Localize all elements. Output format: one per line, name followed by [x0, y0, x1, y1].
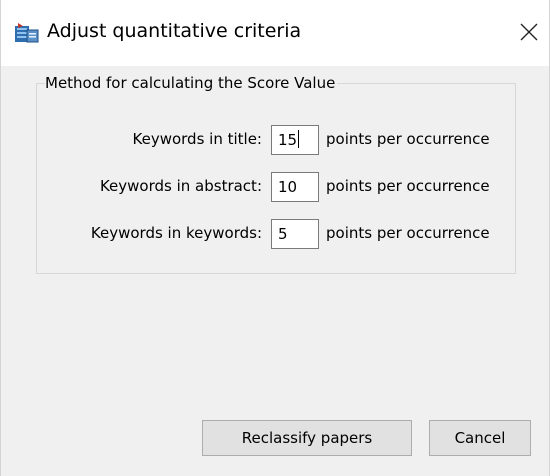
text-caret [298, 130, 300, 148]
reclassify-papers-button[interactable]: Reclassify papers [202, 420, 412, 456]
cancel-button[interactable]: Cancel [429, 420, 531, 456]
title-keywords-label: Keywords in title: [132, 130, 262, 148]
abstract-points-value: 10 [278, 178, 298, 196]
abstract-points-suffix: points per occurrence [326, 177, 490, 195]
title-points-input[interactable]: 15 [271, 125, 319, 155]
keywords-points-suffix: points per occurrence [326, 224, 490, 242]
group-legend: Method for calculating the Score Value [45, 74, 338, 92]
keywords-points-value: 5 [278, 225, 288, 243]
keywords-points-input[interactable]: 5 [271, 219, 319, 249]
database-icon [15, 23, 39, 43]
keywords-keywords-label: Keywords in keywords: [90, 224, 262, 242]
title-bar: Adjust quantitative criteria [1, 0, 549, 66]
abstract-keywords-label: Keywords in abstract: [99, 177, 262, 195]
title-points-value: 15 [278, 131, 298, 149]
abstract-points-input[interactable]: 10 [271, 172, 319, 202]
title-points-suffix: points per occurrence [326, 130, 490, 148]
dialog-window: Adjust quantitative criteria Method for … [0, 0, 550, 476]
close-icon[interactable] [513, 16, 545, 48]
dialog-title: Adjust quantitative criteria [47, 20, 302, 42]
